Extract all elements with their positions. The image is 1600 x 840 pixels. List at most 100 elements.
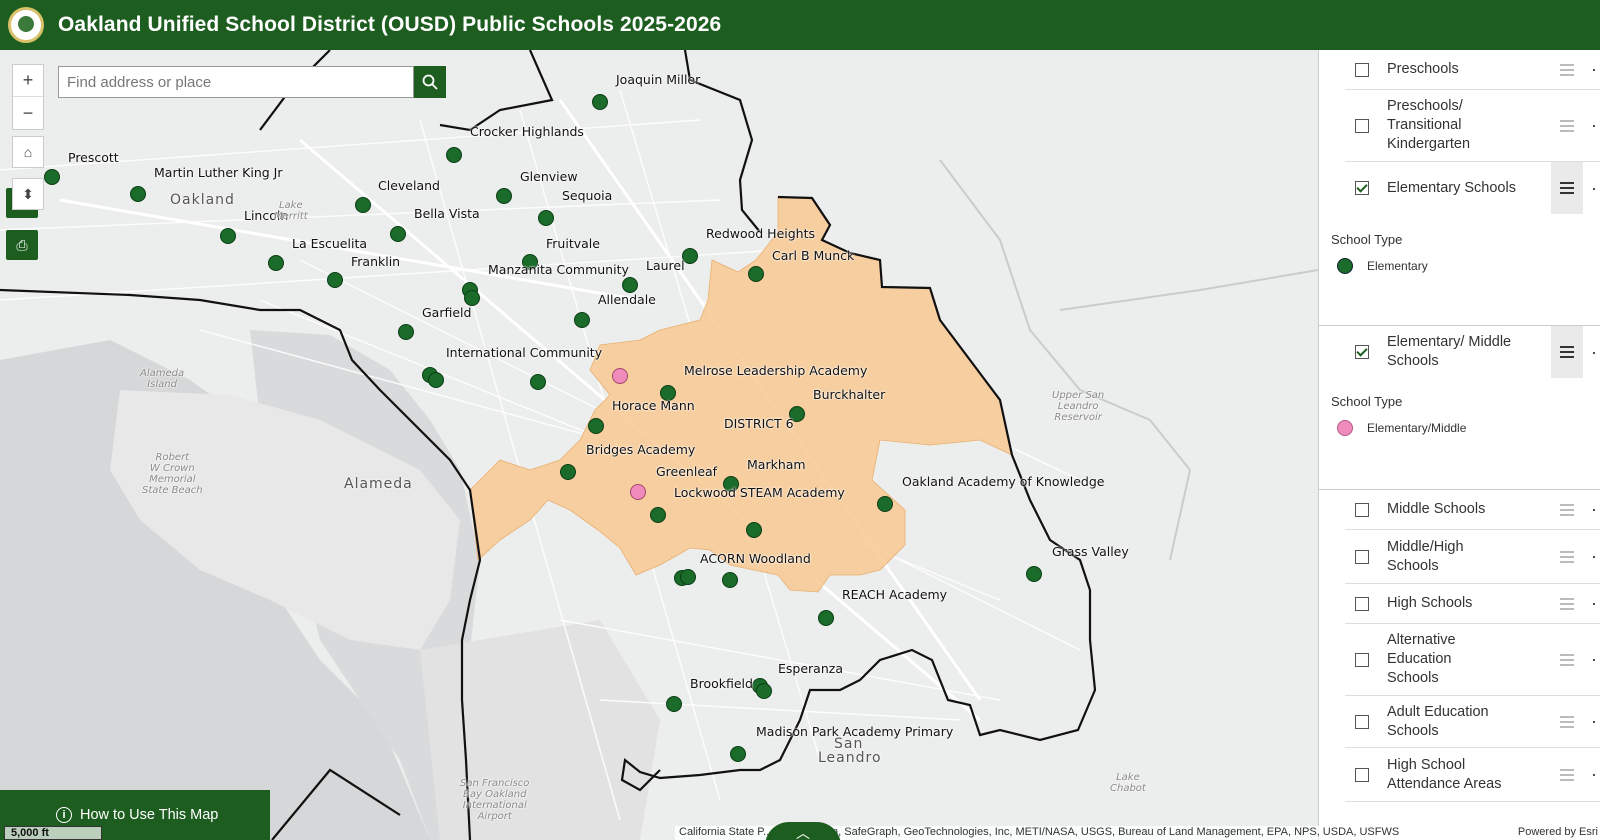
elementary-school-marker[interactable] bbox=[722, 572, 738, 588]
elementary-school-marker[interactable] bbox=[530, 374, 546, 390]
powered-by[interactable]: Powered by Esri bbox=[1511, 826, 1598, 838]
school-label: Melrose Leadership Academy bbox=[684, 363, 868, 378]
elementary-school-marker[interactable] bbox=[327, 272, 343, 288]
layer-checkbox[interactable] bbox=[1355, 345, 1369, 359]
elementary-school-marker[interactable] bbox=[496, 188, 512, 204]
legend-list-icon[interactable] bbox=[1551, 624, 1583, 695]
elementary-school-marker[interactable] bbox=[756, 683, 772, 699]
elementary-school-marker[interactable] bbox=[398, 324, 414, 340]
school-label: Esperanza bbox=[778, 661, 843, 676]
layer-checkbox[interactable] bbox=[1355, 118, 1369, 133]
elementary-school-marker[interactable] bbox=[44, 169, 60, 185]
expand-panel-button[interactable]: ︿ bbox=[765, 822, 841, 840]
layer-checkbox[interactable] bbox=[1355, 767, 1369, 782]
elementary-school-marker[interactable] bbox=[220, 228, 236, 244]
layer-item-adult[interactable]: Adult Education Schools ··· bbox=[1345, 696, 1600, 748]
elementary-school-marker[interactable] bbox=[355, 197, 371, 213]
elementary-school-marker[interactable] bbox=[538, 210, 554, 226]
layer-item-high[interactable]: High Schools ··· bbox=[1345, 584, 1600, 624]
school-label: Joaquin Miller bbox=[616, 72, 701, 87]
legend-list-icon[interactable] bbox=[1551, 90, 1583, 161]
elementary-middle-school-marker[interactable] bbox=[630, 484, 646, 500]
layer-checkbox[interactable] bbox=[1355, 714, 1369, 729]
elementary-school-marker[interactable] bbox=[818, 610, 834, 626]
layer-item-elementary-middle[interactable]: Elementary/ Middle Schools ··· bbox=[1345, 326, 1600, 378]
layer-item-preschools-tk[interactable]: Preschools/ Transitional Kindergarten ··… bbox=[1345, 90, 1600, 162]
search-widget[interactable] bbox=[58, 66, 446, 98]
elementary-school-marker[interactable] bbox=[464, 290, 480, 306]
layer-item-middle-high[interactable]: Middle/High Schools ··· bbox=[1345, 530, 1600, 584]
layer-checkbox[interactable] bbox=[1355, 502, 1369, 517]
legend-title: School Type bbox=[1331, 394, 1403, 409]
school-label: Markham bbox=[747, 457, 806, 472]
layer-item-elementary[interactable]: Elementary Schools ··· bbox=[1345, 162, 1600, 214]
elementary-school-marker[interactable] bbox=[268, 255, 284, 271]
more-horizontal-icon[interactable]: ··· bbox=[1591, 178, 1600, 199]
elementary-school-marker[interactable] bbox=[560, 464, 576, 480]
more-horizontal-icon[interactable]: ··· bbox=[1591, 649, 1600, 670]
elementary-school-marker[interactable] bbox=[574, 312, 590, 328]
layer-checkbox[interactable] bbox=[1355, 181, 1369, 195]
more-horizontal-icon[interactable]: ··· bbox=[1591, 342, 1600, 363]
legend-list-icon[interactable] bbox=[1551, 490, 1583, 529]
elementary-school-marker[interactable] bbox=[446, 147, 462, 163]
elementary-school-marker[interactable] bbox=[877, 496, 893, 512]
elementary-school-marker[interactable] bbox=[748, 266, 764, 282]
elementary-school-marker[interactable] bbox=[746, 522, 762, 538]
search-input[interactable] bbox=[58, 66, 414, 98]
legend-list-icon[interactable] bbox=[1551, 50, 1583, 89]
legend-item: Elementary/Middle bbox=[1337, 420, 1466, 436]
more-horizontal-icon[interactable]: ··· bbox=[1591, 59, 1600, 80]
school-label: Franklin bbox=[351, 254, 401, 269]
elementary-school-marker[interactable] bbox=[730, 746, 746, 762]
elementary-school-marker[interactable] bbox=[666, 696, 682, 712]
legend-list-icon[interactable] bbox=[1551, 748, 1583, 801]
chevron-up-icon: ︿ bbox=[796, 825, 810, 840]
more-horizontal-icon[interactable]: ··· bbox=[1591, 593, 1600, 614]
zoom-in-button[interactable]: + bbox=[13, 65, 43, 97]
legend-list-icon[interactable] bbox=[1551, 530, 1583, 583]
layer-checkbox[interactable] bbox=[1355, 549, 1369, 564]
elementary-middle-school-marker[interactable] bbox=[612, 368, 628, 384]
more-horizontal-icon[interactable]: ··· bbox=[1591, 499, 1600, 520]
landmark-label: Robert W Crown Memorial State Beach bbox=[142, 452, 203, 496]
home-button[interactable]: ⌂ bbox=[12, 136, 44, 168]
legend-list-icon[interactable] bbox=[1551, 584, 1583, 623]
elementary-school-marker[interactable] bbox=[680, 569, 696, 585]
elementary-school-marker[interactable] bbox=[650, 507, 666, 523]
legend-elementary-middle: School Type Elementary/Middle bbox=[1319, 378, 1600, 490]
legend-list-icon[interactable] bbox=[1551, 326, 1583, 378]
layer-checkbox[interactable] bbox=[1355, 596, 1369, 611]
elementary-school-marker[interactable] bbox=[428, 372, 444, 388]
more-horizontal-icon[interactable]: ··· bbox=[1591, 711, 1600, 732]
layer-checkbox[interactable] bbox=[1355, 62, 1369, 77]
compass-button[interactable]: ⬍ bbox=[12, 178, 44, 210]
elementary-school-marker[interactable] bbox=[390, 226, 406, 242]
school-label: Carl B Munck bbox=[772, 248, 855, 263]
search-button[interactable] bbox=[414, 66, 446, 98]
print-button[interactable]: ⎙ bbox=[6, 230, 38, 260]
legend-list-icon[interactable] bbox=[1551, 162, 1583, 214]
landmark-label: Lake Chabot bbox=[1110, 772, 1146, 794]
school-label: Bridges Academy bbox=[586, 442, 696, 457]
layer-item-middle[interactable]: Middle Schools ··· bbox=[1345, 490, 1600, 530]
layer-checkbox[interactable] bbox=[1355, 652, 1369, 667]
landmark-label: San Francisco Bay Oakland International … bbox=[460, 778, 530, 822]
elementary-school-marker[interactable] bbox=[1026, 566, 1042, 582]
more-horizontal-icon[interactable]: ··· bbox=[1591, 764, 1600, 785]
zoom-control[interactable]: + − bbox=[12, 64, 44, 130]
legend-list-icon[interactable] bbox=[1551, 696, 1583, 747]
more-horizontal-icon[interactable]: ··· bbox=[1591, 115, 1600, 136]
elementary-school-marker[interactable] bbox=[588, 418, 604, 434]
elementary-school-marker[interactable] bbox=[130, 186, 146, 202]
layer-item-preschools[interactable]: Preschools ··· bbox=[1345, 50, 1600, 90]
zoom-out-button[interactable]: − bbox=[13, 97, 43, 129]
more-horizontal-icon[interactable]: ··· bbox=[1591, 546, 1600, 567]
elementary-school-marker[interactable] bbox=[592, 94, 608, 110]
scale-bar: 5,000 ft bbox=[4, 826, 102, 840]
layer-item-alternative[interactable]: Alternative Education Schools ··· bbox=[1345, 624, 1600, 696]
layer-item-hs-attendance[interactable]: High School Attendance Areas ··· bbox=[1345, 748, 1600, 802]
map-view[interactable]: Hoover Joaquin Miller Crocker Highlands Pre… bbox=[0, 50, 1318, 840]
home-icon: ⌂ bbox=[23, 144, 33, 160]
elementary-school-marker[interactable] bbox=[622, 277, 638, 293]
